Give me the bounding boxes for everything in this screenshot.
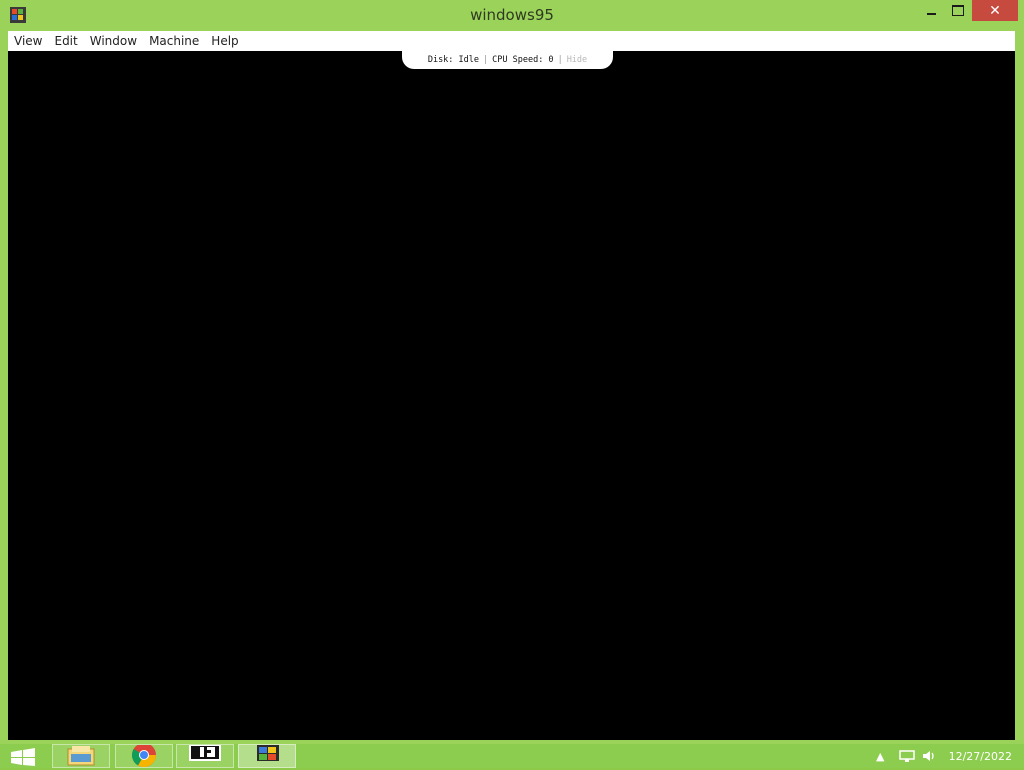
window-title: windows95 bbox=[470, 6, 554, 24]
taskbar: ▲ 12/27/2022 bbox=[0, 744, 1024, 768]
menu-machine[interactable]: Machine bbox=[143, 34, 205, 48]
taskbar-clock[interactable]: 12/27/2022 bbox=[949, 750, 1012, 763]
status-bar: Disk: Idle | CPU Speed: 0 | Hide bbox=[402, 51, 613, 69]
windows95-app-icon bbox=[257, 745, 279, 761]
hide-status-button[interactable]: Hide bbox=[567, 55, 587, 65]
network-tray[interactable] bbox=[899, 744, 915, 768]
terminal-icon bbox=[189, 745, 221, 761]
maximize-icon bbox=[952, 5, 964, 16]
disk-status: Disk: Idle bbox=[427, 55, 480, 65]
close-button[interactable]: ✕ bbox=[972, 0, 1018, 21]
maximize-button[interactable] bbox=[944, 0, 972, 21]
status-separator: | bbox=[557, 55, 563, 65]
taskbar-terminal[interactable] bbox=[176, 744, 234, 768]
app-window: windows95 ✕ View Edit Window Machine Hel… bbox=[0, 0, 1024, 744]
menu-edit[interactable]: Edit bbox=[48, 34, 83, 48]
taskbar-windows95[interactable] bbox=[238, 744, 296, 768]
close-icon: ✕ bbox=[989, 2, 1001, 19]
file-explorer-icon bbox=[67, 746, 95, 766]
menu-view[interactable]: View bbox=[8, 34, 48, 48]
start-button[interactable] bbox=[8, 746, 40, 766]
title-bar[interactable]: windows95 ✕ bbox=[0, 0, 1024, 31]
menu-window[interactable]: Window bbox=[84, 34, 143, 48]
emulator-screen[interactable]: Disk: Idle | CPU Speed: 0 | Hide bbox=[8, 51, 1015, 740]
taskbar-chrome[interactable] bbox=[115, 744, 173, 768]
system-tray: ▲ bbox=[876, 744, 884, 768]
cpu-speed-status: CPU Speed: 0 bbox=[492, 55, 554, 65]
minimize-button[interactable] bbox=[917, 0, 945, 21]
show-hidden-icons-chevron[interactable]: ▲ bbox=[876, 750, 884, 763]
volume-icon bbox=[923, 751, 934, 761]
taskbar-file-explorer[interactable] bbox=[52, 744, 110, 768]
minimize-icon bbox=[926, 13, 936, 15]
menu-help[interactable]: Help bbox=[205, 34, 244, 48]
status-separator: | bbox=[483, 55, 489, 65]
menu-bar: View Edit Window Machine Help bbox=[8, 31, 1015, 51]
windows-start-icon bbox=[11, 748, 35, 766]
chrome-icon bbox=[131, 745, 156, 767]
network-icon bbox=[899, 750, 915, 762]
volume-tray[interactable] bbox=[922, 744, 938, 768]
